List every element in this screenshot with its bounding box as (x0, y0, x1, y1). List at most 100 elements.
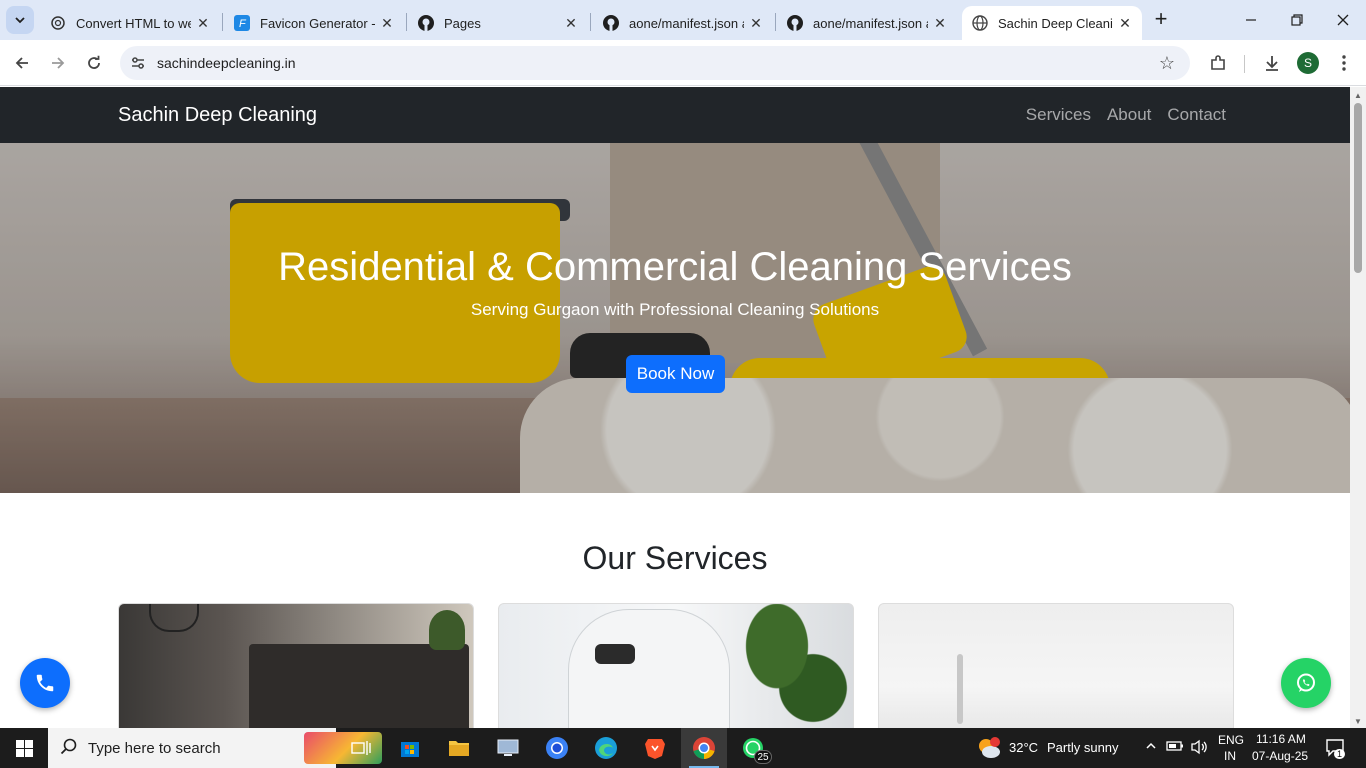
taskbar-app-edge[interactable] (583, 728, 629, 768)
close-tab-icon[interactable]: ✕ (931, 14, 949, 32)
card-image-cleaner-suit (569, 610, 729, 728)
toolbar-divider (1244, 55, 1245, 73)
service-card-1[interactable] (118, 603, 474, 728)
profile-avatar[interactable]: S (1297, 52, 1319, 74)
taskbar-app-store[interactable] (387, 728, 433, 768)
taskbar-search-box[interactable]: Type here to search (48, 728, 382, 768)
tab-2[interactable]: Pages ✕ (408, 6, 588, 40)
phone-icon (36, 674, 54, 692)
clock-date[interactable]: 07-Aug-25 (1252, 749, 1308, 763)
card-image-mask (595, 644, 635, 664)
card-image-lamp (149, 604, 199, 632)
tab-title: Favicon Generator - T (260, 15, 375, 31)
github-icon (603, 15, 619, 31)
search-placeholder: Type here to search (88, 739, 221, 757)
nav-links: Services About Contact (1026, 105, 1226, 125)
tab-search-button[interactable] (6, 6, 34, 34)
taskbar-app-chrome[interactable] (681, 728, 727, 768)
volume-icon[interactable] (1190, 739, 1208, 757)
whatsapp-floating-button[interactable] (1281, 658, 1331, 708)
remote-desktop-icon (497, 739, 519, 756)
taskbar-app-chrome-blue[interactable] (534, 728, 580, 768)
chevron-up-icon[interactable] (1142, 739, 1160, 757)
downloads-button[interactable] (1258, 49, 1286, 77)
nav-link-contact[interactable]: Contact (1167, 105, 1226, 125)
weather-icon[interactable] (976, 736, 1002, 760)
more-vertical-icon (1342, 55, 1346, 71)
page-viewport: Sachin Deep Cleaning Services About Cont… (0, 87, 1350, 728)
close-icon (1337, 14, 1349, 26)
arrow-left-icon (15, 57, 28, 69)
address-bar[interactable]: sachindeepcleaning.in ☆ (120, 46, 1190, 80)
reload-button[interactable] (80, 49, 108, 77)
nav-link-about[interactable]: About (1107, 105, 1151, 125)
close-tab-icon[interactable]: ✕ (562, 14, 580, 32)
start-button[interactable] (0, 728, 48, 768)
clock-time[interactable]: 11:16 AM (1256, 732, 1306, 746)
restore-button[interactable] (1274, 0, 1320, 40)
taskbar-app-brave[interactable] (632, 728, 678, 768)
scroll-down-icon[interactable]: ▼ (1354, 717, 1362, 726)
whatsapp-icon (1297, 673, 1315, 692)
search-icon (60, 738, 78, 761)
service-card-2[interactable] (498, 603, 854, 728)
language-line1[interactable]: ENG (1218, 733, 1244, 747)
task-view-button[interactable] (338, 728, 384, 768)
page-scrollbar[interactable]: ▲ ▼ (1350, 87, 1366, 728)
browser-menu-button[interactable] (1330, 49, 1358, 77)
browser-tab-strip: Convert HTML to web ✕ F Favicon Generato… (0, 0, 1366, 40)
close-window-button[interactable] (1320, 0, 1366, 40)
github-icon (418, 15, 434, 31)
tab-title: Sachin Deep Cleaning (998, 15, 1113, 31)
weather-condition[interactable]: Partly sunny (1047, 740, 1119, 755)
scroll-up-icon[interactable]: ▲ (1354, 91, 1362, 100)
chevron-down-icon (15, 17, 25, 24)
tab-3[interactable]: aone/manifest.json at ✕ (593, 6, 773, 40)
tab-5-active[interactable]: Sachin Deep Cleaning ✕ (962, 6, 1142, 40)
battery-icon[interactable] (1166, 739, 1184, 757)
taskbar-app-whatsapp[interactable]: 25 (730, 728, 776, 768)
tab-title: aone/manifest.json at (813, 15, 928, 31)
new-tab-button[interactable]: + (1150, 8, 1172, 32)
close-tab-icon[interactable]: ✕ (747, 14, 765, 32)
weather-temp[interactable]: 32°C (1009, 740, 1038, 755)
close-tab-icon[interactable]: ✕ (378, 14, 396, 32)
minimize-button[interactable] (1228, 0, 1274, 40)
scrollbar-thumb[interactable] (1354, 103, 1362, 273)
folder-icon (449, 741, 469, 756)
back-button[interactable] (8, 49, 36, 77)
microsoft-store-icon (401, 742, 419, 757)
nav-link-services[interactable]: Services (1026, 105, 1091, 125)
url-text[interactable]: sachindeepcleaning.in (157, 55, 296, 71)
chatgpt-icon (50, 15, 66, 31)
service-card-3[interactable] (878, 603, 1234, 728)
site-brand[interactable]: Sachin Deep Cleaning (118, 104, 317, 127)
brave-icon (645, 739, 665, 759)
arrow-right-icon (52, 57, 65, 69)
tab-4[interactable]: aone/manifest.json at ✕ (777, 6, 957, 40)
reload-icon (88, 55, 100, 69)
globe-icon (972, 15, 988, 31)
hero-section: Residential & Commercial Cleaning Servic… (0, 143, 1350, 493)
site-settings-icon[interactable] (128, 53, 148, 73)
tab-0[interactable]: Convert HTML to web ✕ (40, 6, 220, 40)
browser-toolbar: sachindeepcleaning.in ☆ S (0, 40, 1366, 86)
taskbar-app-explorer[interactable] (436, 728, 482, 768)
tab-1[interactable]: F Favicon Generator - T ✕ (224, 6, 404, 40)
language-line2[interactable]: IN (1224, 749, 1236, 763)
windows-taskbar: Type here to search 25 32°C Partly sunny (0, 728, 1366, 768)
hero-subtitle: Serving Gurgaon with Professional Cleani… (470, 300, 880, 319)
bookmark-star-icon[interactable]: ☆ (1156, 52, 1178, 74)
close-tab-icon[interactable]: ✕ (1116, 14, 1134, 32)
card-image-cabinet (249, 644, 469, 728)
taskbar-app-remote[interactable] (485, 728, 531, 768)
call-floating-button[interactable] (20, 658, 70, 708)
forward-button[interactable] (44, 49, 72, 77)
github-icon (787, 15, 803, 31)
minimize-icon (1246, 19, 1256, 21)
edge-icon (595, 737, 617, 759)
close-tab-icon[interactable]: ✕ (194, 14, 212, 32)
extensions-button[interactable] (1204, 49, 1232, 77)
services-heading: Our Services (582, 540, 768, 576)
book-now-button[interactable]: Book Now (626, 355, 725, 393)
